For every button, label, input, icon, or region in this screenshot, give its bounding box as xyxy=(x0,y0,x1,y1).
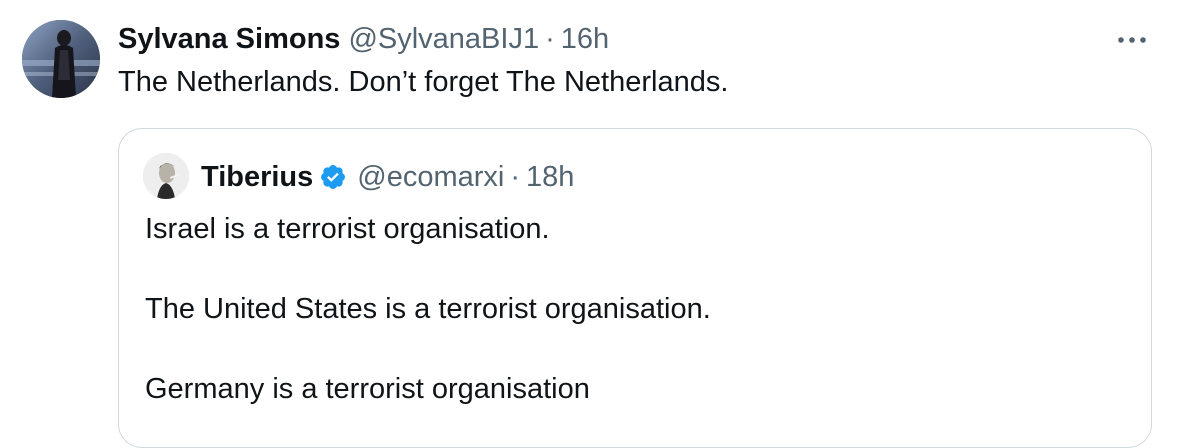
tweet-text: The Netherlands. Don’t forget The Nether… xyxy=(118,66,729,98)
more-horizontal-icon xyxy=(1118,37,1146,43)
quoted-tweet-timestamp[interactable]: 18h xyxy=(526,161,574,194)
more-options-button[interactable] xyxy=(1112,24,1152,56)
author-avatar[interactable] xyxy=(22,20,100,98)
tweet-timestamp[interactable]: 16h xyxy=(561,23,609,56)
line-spacer xyxy=(145,249,711,289)
author-name[interactable]: Sylvana Simons xyxy=(118,23,340,56)
quoted-text-line: Germany is a terrorist organisation xyxy=(145,373,590,405)
quoted-author-handle[interactable]: @ecomarxi xyxy=(357,161,504,194)
quoted-author-avatar[interactable] xyxy=(143,153,189,199)
tweet[interactable]: Sylvana Simons @SylvanaBIJ1 · 16h The Ne… xyxy=(0,0,1184,448)
separator-dot: · xyxy=(510,160,521,193)
quoted-author-name[interactable]: Tiberius xyxy=(201,161,313,194)
separator-dot: · xyxy=(545,22,555,55)
author-handle[interactable]: @SylvanaBIJ1 xyxy=(348,23,539,56)
quoted-text-line: Israel is a terrorist organisation. xyxy=(145,213,550,245)
quoted-tweet-card[interactable]: Tiberius @ecomarxi · 18h Israel is a ter… xyxy=(118,128,1152,448)
quoted-text-line: The United States is a terrorist organis… xyxy=(145,293,711,325)
tweet-header: Sylvana Simons @SylvanaBIJ1 · 16h xyxy=(118,20,609,58)
quoted-tweet-text: Israel is a terrorist organisation. The … xyxy=(145,209,711,409)
quoted-tweet-header: Tiberius @ecomarxi · 18h xyxy=(201,157,574,197)
verified-badge-icon xyxy=(321,165,346,189)
line-spacer xyxy=(145,329,711,369)
